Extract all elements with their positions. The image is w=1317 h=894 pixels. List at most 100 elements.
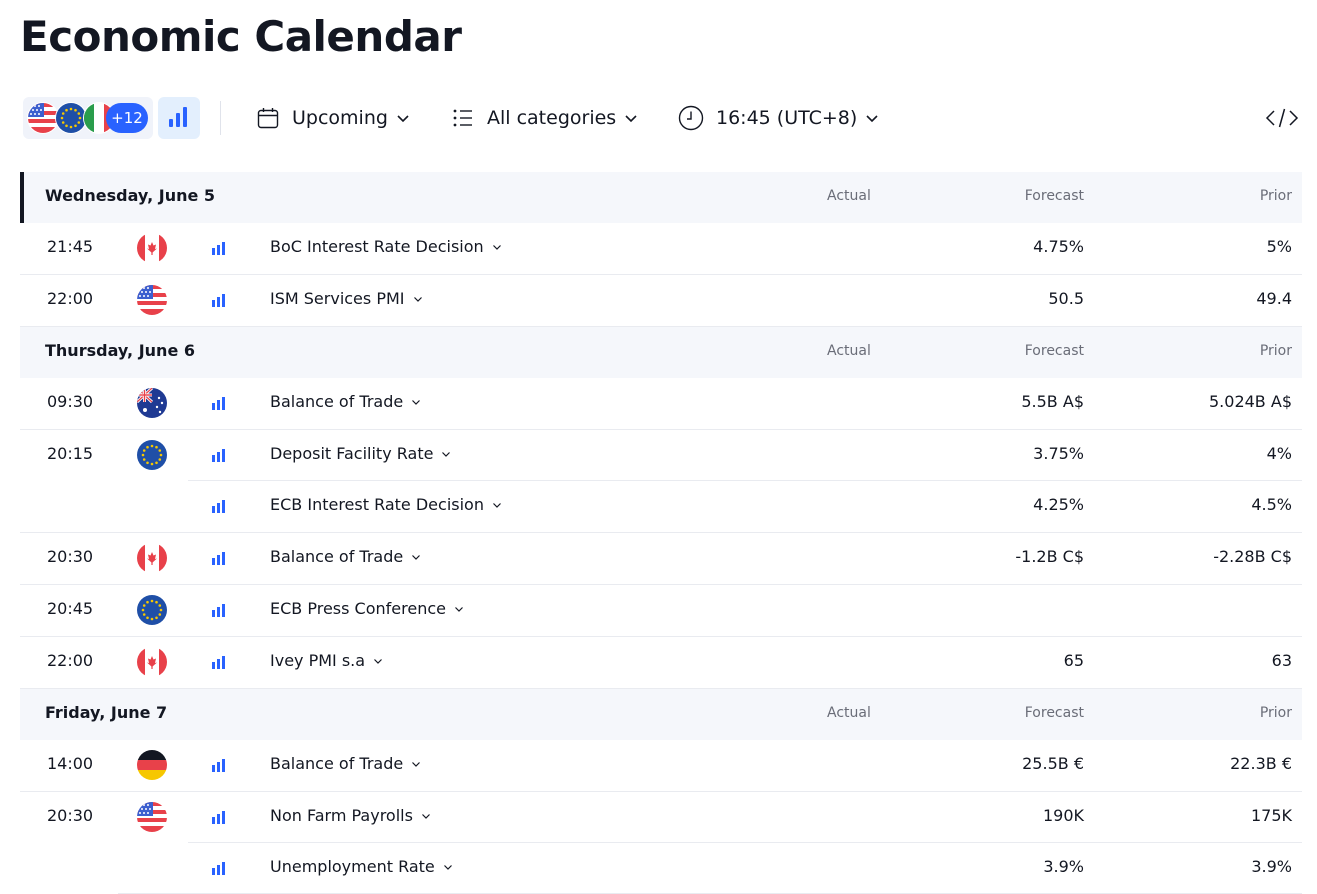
- event-name-text: Unemployment Rate: [270, 857, 435, 876]
- importance-filter-button[interactable]: [158, 97, 200, 139]
- categories-dropdown[interactable]: All categories: [451, 97, 638, 139]
- forecast-value: 190K: [1042, 806, 1084, 825]
- timezone-label: 16:45 (UTC+8): [716, 107, 858, 129]
- page-title: Economic Calendar: [20, 12, 462, 61]
- actual-header: Actual: [827, 705, 871, 721]
- toolbar-divider: [220, 101, 221, 135]
- event-row[interactable]: ECB Interest Rate Decision 4.25% 4.5%: [20, 481, 1302, 533]
- event-name[interactable]: BoC Interest Rate Decision: [270, 223, 502, 271]
- au-flag-icon: [137, 388, 167, 418]
- day-label: Thursday, June 6: [45, 341, 195, 360]
- event-time: 22:00: [47, 289, 94, 308]
- us-flag-icon: [137, 802, 167, 832]
- day-header: Wednesday, June 5 Actual Forecast Prior: [20, 172, 1302, 223]
- event-name-text: ECB Press Conference: [270, 599, 446, 618]
- chevron-down-icon: [455, 607, 463, 612]
- event-name[interactable]: Balance of Trade: [270, 378, 421, 426]
- event-row[interactable]: 22:00 Ivey PMI s.a 65 63: [20, 637, 1302, 689]
- event-row[interactable]: 14:00 Balance of Trade 25.5B € 22.3B €: [20, 740, 1302, 792]
- event-time: 22:00: [47, 651, 94, 670]
- event-time: 14:00: [47, 754, 94, 773]
- day-header: Thursday, June 6 Actual Forecast Prior: [20, 327, 1302, 378]
- importance-icon: [212, 449, 225, 462]
- eu-flag-icon: [56, 103, 86, 133]
- forecast-value: 3.9%: [1043, 857, 1084, 876]
- chevron-down-icon: [866, 115, 878, 123]
- event-name-text: ECB Interest Rate Decision: [270, 495, 484, 514]
- prior-value: 22.3B €: [1230, 754, 1292, 773]
- prior-value: 49.4: [1256, 289, 1292, 308]
- toolbar: +12 Upcoming All categories 16:45 (UTC+8…: [20, 97, 1302, 139]
- event-time: 09:30: [47, 392, 94, 411]
- chevron-down-icon: [443, 865, 452, 870]
- forecast-value: -1.2B C$: [1015, 547, 1084, 566]
- event-time: 20:30: [47, 806, 94, 825]
- event-row[interactable]: Unemployment Rate 3.9% 3.9%: [20, 843, 1302, 894]
- chevron-down-icon: [493, 503, 501, 508]
- event-name-text: Balance of Trade: [270, 392, 404, 411]
- importance-icon: [212, 604, 225, 617]
- ca-flag-icon: [137, 233, 167, 263]
- chevron-down-icon: [625, 115, 637, 123]
- country-filter-button[interactable]: +12: [23, 97, 153, 139]
- importance-icon: [212, 656, 225, 669]
- event-name[interactable]: Balance of Trade: [270, 533, 421, 581]
- event-name[interactable]: ECB Press Conference: [270, 585, 464, 633]
- event-row[interactable]: 20:15 Deposit Facility Rate 3.75% 4%: [20, 430, 1302, 481]
- us-flag-icon: [28, 103, 58, 133]
- us-flag-icon: [137, 285, 167, 315]
- importance-icon: [212, 552, 225, 565]
- chevron-down-icon: [412, 762, 421, 767]
- forecast-value: 4.25%: [1033, 495, 1084, 514]
- chevron-down-icon: [492, 245, 501, 250]
- prior-header: Prior: [1259, 188, 1292, 204]
- chevron-down-icon: [442, 452, 451, 457]
- importance-icon: [212, 500, 225, 513]
- timezone-dropdown[interactable]: 16:45 (UTC+8): [678, 97, 879, 139]
- period-dropdown[interactable]: Upcoming: [256, 97, 410, 139]
- event-row[interactable]: 21:45 BoC Interest Rate Decision 4.75% 5…: [20, 223, 1302, 275]
- event-time: 21:45: [47, 237, 94, 256]
- event-name[interactable]: Balance of Trade: [270, 740, 421, 788]
- event-name[interactable]: Deposit Facility Rate: [270, 430, 451, 478]
- list-icon: [453, 109, 472, 127]
- actual-header: Actual: [827, 188, 871, 204]
- chevron-down-icon: [412, 555, 421, 560]
- chevron-down-icon: [374, 659, 383, 664]
- event-row[interactable]: 20:45 ECB Press Conference: [20, 585, 1302, 637]
- prior-value: 175K: [1250, 806, 1292, 825]
- event-row[interactable]: 20:30 Balance of Trade -1.2B C$ -2.28B C…: [20, 533, 1302, 585]
- event-name[interactable]: ECB Interest Rate Decision: [270, 481, 502, 529]
- forecast-header: Forecast: [1024, 188, 1084, 204]
- forecast-value: 50.5: [1048, 289, 1084, 308]
- importance-icon: [212, 242, 225, 255]
- event-name-text: Balance of Trade: [270, 754, 404, 773]
- event-row[interactable]: 22:00 ISM Services PMI 50.5 49.4: [20, 275, 1302, 327]
- forecast-value: 25.5B €: [1022, 754, 1084, 773]
- more-countries-badge: +12: [106, 103, 148, 133]
- importance-icon: [212, 811, 225, 824]
- prior-value: 5%: [1266, 237, 1292, 256]
- eu-flag-icon: [137, 595, 167, 625]
- event-time: 20:45: [47, 599, 94, 618]
- prior-value: 4%: [1266, 444, 1292, 463]
- prior-value: -2.28B C$: [1213, 547, 1292, 566]
- prior-value: 3.9%: [1251, 857, 1292, 876]
- chevron-down-icon: [412, 400, 421, 405]
- event-row[interactable]: 09:30 Balance of Trade 5.5B A$ 5.024B A$: [20, 378, 1302, 430]
- day-label: Friday, June 7: [45, 703, 168, 722]
- calendar-icon: [257, 108, 279, 129]
- event-name[interactable]: Non Farm Payrolls: [270, 792, 431, 840]
- forecast-header: Forecast: [1024, 705, 1084, 721]
- embed-code-button[interactable]: [1262, 103, 1302, 133]
- event-name-text: BoC Interest Rate Decision: [270, 237, 484, 256]
- event-row[interactable]: 20:30 Non Farm Payrolls 190K 175K: [20, 792, 1302, 843]
- forecast-value: 5.5B A$: [1021, 392, 1084, 411]
- chevron-down-icon: [422, 814, 430, 819]
- event-name[interactable]: Unemployment Rate: [270, 843, 453, 891]
- event-name[interactable]: ISM Services PMI: [270, 275, 423, 323]
- forecast-header: Forecast: [1024, 343, 1084, 359]
- prior-header: Prior: [1259, 343, 1292, 359]
- event-name[interactable]: Ivey PMI s.a: [270, 637, 383, 685]
- period-label: Upcoming: [292, 107, 388, 129]
